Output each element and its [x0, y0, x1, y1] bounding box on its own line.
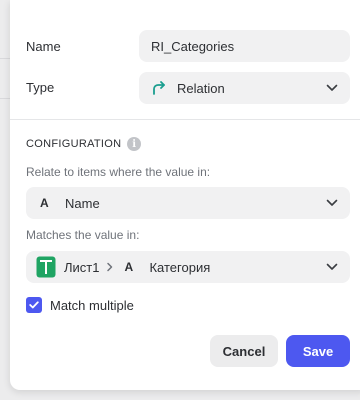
cancel-button[interactable]: Cancel	[210, 335, 278, 367]
chevron-right-icon	[107, 262, 113, 272]
match-field-value: Категория	[149, 259, 211, 275]
matches-hint: Matches the value in:	[26, 228, 140, 242]
name-field[interactable]: RI_Categories	[139, 30, 350, 62]
relation-icon	[151, 80, 167, 96]
text-type-icon: A	[40, 196, 49, 210]
match-multiple-label: Match multiple	[50, 297, 134, 313]
relate-field-value: Name	[65, 195, 100, 211]
relate-hint: Relate to items where the value in:	[26, 165, 211, 179]
backdrop-divider	[0, 98, 10, 99]
type-select[interactable]: Relation	[139, 72, 350, 104]
backdrop-divider	[0, 58, 10, 59]
section-divider	[10, 119, 360, 120]
relation-config-panel: Name RI_Categories Type Relation CONFIGU…	[10, 0, 360, 390]
sheet-icon	[36, 256, 56, 278]
name-label: Name	[26, 39, 61, 54]
configuration-heading: CONFIGURATION i	[26, 137, 142, 151]
match-field-select[interactable]: Лист1 A Категория	[26, 251, 350, 283]
chevron-down-icon	[326, 84, 338, 91]
match-multiple-option[interactable]: Match multiple	[26, 297, 134, 313]
configuration-title: CONFIGURATION	[26, 138, 122, 150]
save-button[interactable]: Save	[286, 335, 350, 367]
type-value: Relation	[177, 80, 225, 96]
chevron-down-icon	[326, 199, 338, 206]
checkmark-icon	[29, 301, 39, 309]
chevron-down-icon	[326, 263, 338, 270]
text-type-icon: A	[124, 260, 134, 274]
info-icon[interactable]: i	[127, 137, 142, 151]
match-multiple-checkbox[interactable]	[26, 297, 42, 313]
relate-field-select[interactable]: A Name	[26, 187, 350, 219]
sheet-name: Лист1	[64, 259, 100, 275]
name-value: RI_Categories	[151, 38, 235, 54]
type-label: Type	[26, 80, 55, 95]
